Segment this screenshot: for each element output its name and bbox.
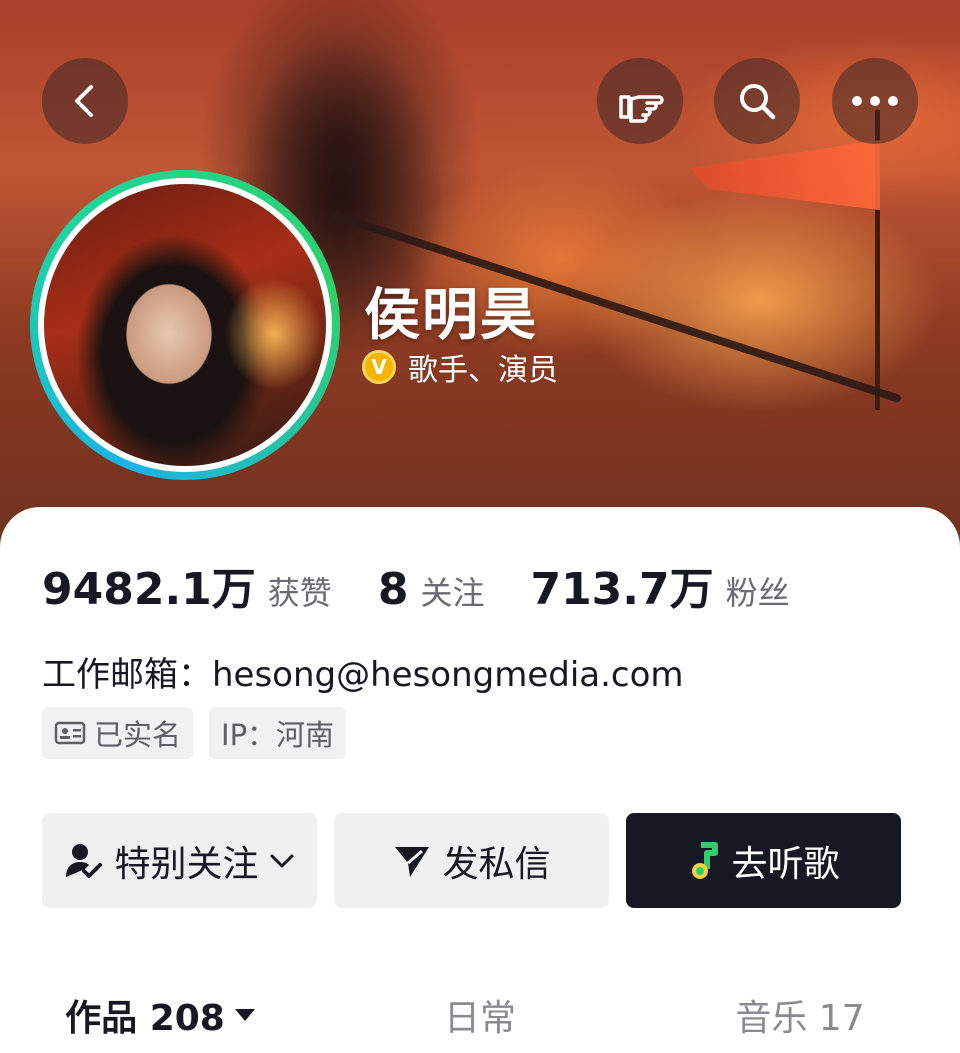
profile-banner: 侯明昊 V 歌手、演员: [0, 0, 960, 560]
stat-fans-value: 713.7万: [530, 564, 714, 615]
action-buttons: 特别关注 发私信 去听歌: [42, 813, 901, 908]
work-email: 工作邮箱：hesong@hesongmedia.com: [42, 655, 684, 695]
tab-works[interactable]: 作品 208: [0, 977, 320, 1053]
music-note-icon: [692, 841, 719, 879]
verification-row: V 歌手、演员: [362, 345, 558, 389]
verification-text: 歌手、演员: [408, 353, 558, 388]
stat-likes: 9482.1万 获赞: [42, 553, 332, 617]
search-icon: [740, 84, 776, 120]
tab-daily-label: 日常: [443, 998, 516, 1039]
poke-button[interactable]: [597, 58, 683, 144]
tag-ip-label: IP：河南: [221, 718, 335, 752]
special-follow-label: 特别关注: [114, 843, 259, 885]
profile-card: 9482.1万 获赞 8 关注 713.7万 粉丝 工作邮箱：hesong@he…: [0, 507, 960, 1053]
more-dots-icon: [852, 96, 898, 106]
tag-verified-name: 已实名: [42, 707, 194, 759]
tag-verified-name-label: 已实名: [94, 718, 182, 752]
more-button[interactable]: [832, 58, 918, 144]
profile-name: 侯明昊: [364, 283, 538, 348]
tags-row: 已实名 IP：河南: [42, 707, 347, 759]
tab-works-label: 作品 208: [65, 998, 225, 1039]
avatar-ring[interactable]: [30, 170, 340, 480]
stat-following-value: 8: [377, 564, 409, 615]
send-message-label: 发私信: [442, 843, 551, 885]
tab-daily[interactable]: 日常: [320, 977, 640, 1053]
stat-following[interactable]: 8 关注: [378, 564, 485, 615]
avatar: [44, 184, 326, 466]
listen-music-label: 去听歌: [731, 843, 840, 885]
banner-flag: [690, 140, 880, 210]
chevron-down-icon: [270, 854, 293, 867]
send-message-button[interactable]: 发私信: [334, 813, 609, 908]
verified-badge-icon: V: [362, 350, 396, 384]
search-button[interactable]: [714, 58, 800, 144]
stats-row: 9482.1万 获赞 8 关注 713.7万 粉丝: [42, 553, 836, 617]
special-follow-button[interactable]: 特别关注: [42, 813, 317, 908]
pointing-hand-icon: [619, 95, 664, 123]
tab-music-label: 音乐 17: [735, 998, 865, 1039]
caret-down-icon: [234, 1009, 255, 1021]
back-button[interactable]: [42, 58, 128, 144]
stat-following-label: 关注: [420, 574, 485, 612]
stat-likes-label: 获赞: [267, 574, 332, 612]
send-paper-plane-icon: [395, 846, 430, 877]
back-arrow-icon: [75, 85, 93, 117]
tab-music[interactable]: 音乐 17: [640, 977, 960, 1053]
listen-music-button[interactable]: 去听歌: [626, 813, 901, 908]
stat-fans-label: 粉丝: [725, 574, 790, 612]
profile-tabs: 作品 208 日常 音乐 17: [0, 977, 960, 1053]
tag-ip-location: IP：河南: [209, 707, 347, 759]
stat-likes-value: 9482.1万: [42, 564, 256, 615]
stat-fans[interactable]: 713.7万 粉丝: [530, 553, 789, 617]
id-card-icon: [54, 721, 86, 745]
user-check-icon: [66, 843, 103, 878]
